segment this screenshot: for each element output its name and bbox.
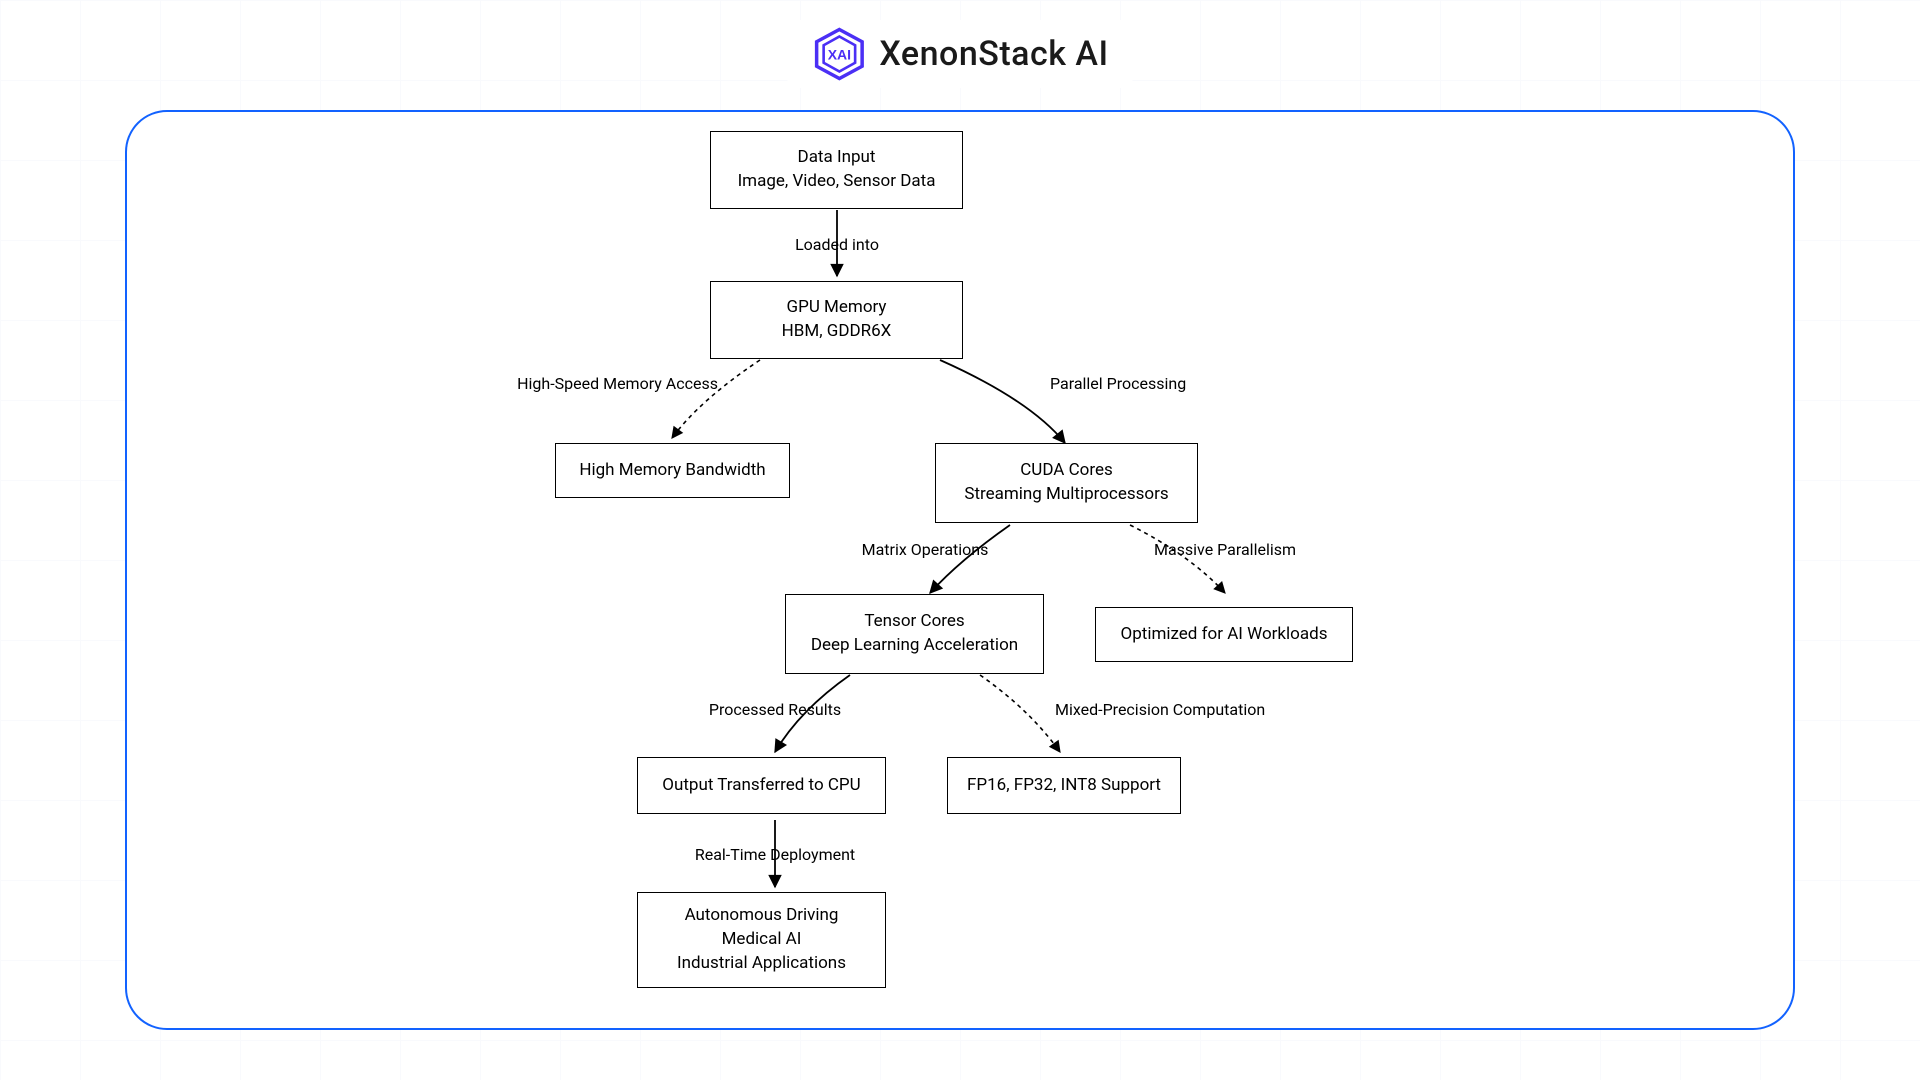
node-gpu-memory: GPU Memory HBM, GDDR6X bbox=[710, 281, 963, 359]
edge-label-processed-results: Processed Results bbox=[709, 700, 841, 719]
node-line: Deep Learning Acceleration bbox=[811, 634, 1018, 658]
node-line: GPU Memory bbox=[787, 296, 887, 320]
node-line: Output Transferred to CPU bbox=[662, 774, 860, 798]
brand-name: XenonStack AI bbox=[879, 34, 1108, 74]
svg-text:XAI: XAI bbox=[828, 46, 851, 62]
node-line: HBM, GDDR6X bbox=[782, 320, 892, 344]
node-line: Optimized for AI Workloads bbox=[1121, 623, 1328, 647]
node-line: Tensor Cores bbox=[864, 610, 964, 634]
edge-label-massive-parallelism: Massive Parallelism bbox=[1154, 540, 1296, 559]
node-line: CUDA Cores bbox=[1020, 459, 1113, 483]
node-line: Streaming Multiprocessors bbox=[964, 483, 1168, 507]
node-line: Data Input bbox=[798, 146, 876, 170]
node-ai-workloads: Optimized for AI Workloads bbox=[1095, 607, 1353, 662]
node-tensor-cores: Tensor Cores Deep Learning Acceleration bbox=[785, 594, 1044, 674]
edge-label-loaded-into: Loaded into bbox=[795, 235, 879, 254]
node-high-memory-bandwidth: High Memory Bandwidth bbox=[555, 443, 790, 498]
node-applications: Autonomous Driving Medical AI Industrial… bbox=[637, 892, 886, 988]
node-cuda-cores: CUDA Cores Streaming Multiprocessors bbox=[935, 443, 1198, 523]
brand-logo: XAI XenonStack AI bbox=[787, 20, 1132, 88]
edge-label-mixed-precision: Mixed-Precision Computation bbox=[1055, 700, 1265, 719]
node-line: High Memory Bandwidth bbox=[579, 459, 765, 483]
node-output-cpu: Output Transferred to CPU bbox=[637, 757, 886, 814]
edge-label-high-speed-memory: High-Speed Memory Access bbox=[517, 374, 718, 393]
node-line: Autonomous Driving bbox=[685, 904, 839, 928]
brand-hex-icon: XAI bbox=[811, 26, 867, 82]
diagram: Data Input Image, Video, Sensor Data GPU… bbox=[0, 0, 1920, 1080]
node-line: FP16, FP32, INT8 Support bbox=[967, 774, 1161, 798]
edge-label-realtime-deploy: Real-Time Deployment bbox=[695, 845, 855, 864]
node-line: Image, Video, Sensor Data bbox=[738, 170, 936, 194]
node-line: Industrial Applications bbox=[677, 952, 846, 976]
node-fp-support: FP16, FP32, INT8 Support bbox=[947, 757, 1181, 814]
edge-label-matrix-ops: Matrix Operations bbox=[862, 540, 989, 559]
node-data-input: Data Input Image, Video, Sensor Data bbox=[710, 131, 963, 209]
node-line: Medical AI bbox=[722, 928, 802, 952]
edge-label-parallel-processing: Parallel Processing bbox=[1050, 374, 1186, 393]
